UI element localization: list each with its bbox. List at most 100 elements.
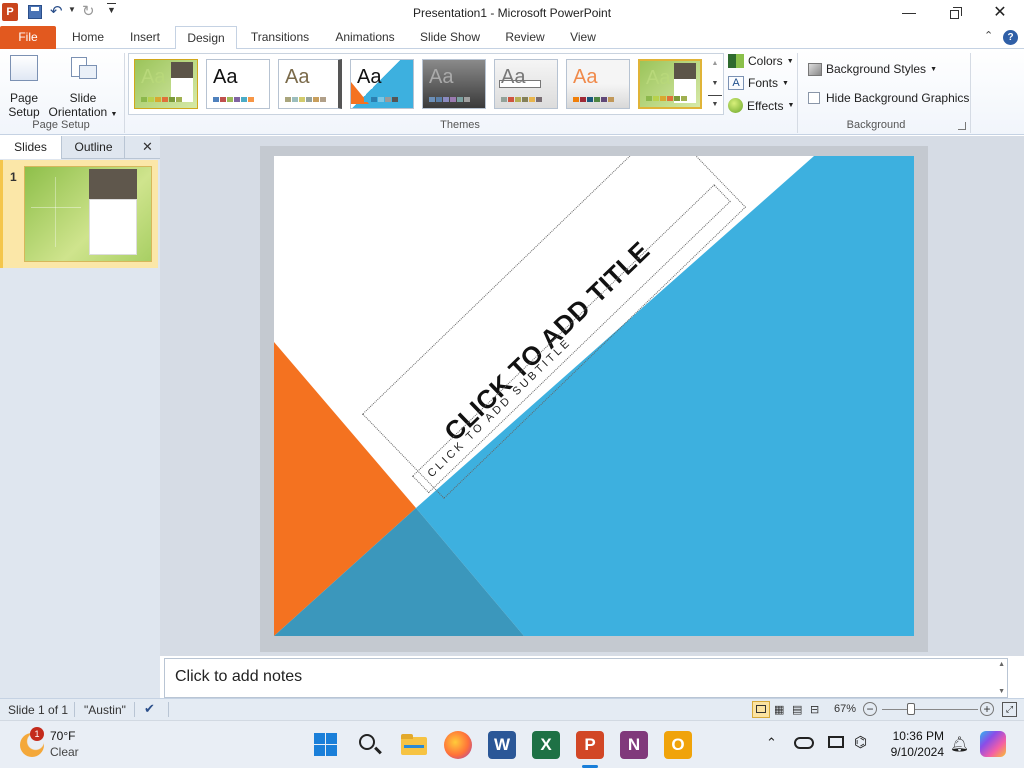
windows-taskbar: 1 70°F Clear W X P N O ⌃ ⌬ 10:36 PM 9/10…	[0, 720, 1024, 768]
theme-thumb-austin[interactable]: Aa	[638, 59, 702, 109]
slide-orientation-label-2: Orientation ▼	[48, 105, 118, 119]
word-icon[interactable]: W	[488, 731, 516, 759]
notes-pane[interactable]: Click to add notes ▲ ▼	[164, 658, 1008, 698]
chevron-down-icon: ▼	[782, 79, 789, 87]
slide-canvas[interactable]: CLICK TO ADD TITLE CLICK TO ADD SUBTITLE	[274, 156, 914, 636]
normal-view-icon[interactable]	[752, 701, 770, 718]
clock-time[interactable]: 10:36 PM	[886, 729, 944, 743]
tab-slides[interactable]: Slides	[0, 136, 62, 159]
effects-label: Effects	[747, 98, 784, 113]
status-divider	[74, 702, 75, 717]
dialog-launcher-icon[interactable]	[958, 122, 966, 130]
file-explorer-icon[interactable]	[400, 731, 428, 759]
notes-scroll-down-icon[interactable]: ▼	[998, 688, 1005, 695]
clock-date[interactable]: 9/10/2024	[882, 745, 944, 759]
help-icon[interactable]: ?	[1003, 30, 1018, 45]
tab-animations[interactable]: Animations	[328, 26, 402, 49]
close-pane-icon[interactable]: ✕	[142, 139, 153, 155]
tab-slide-show[interactable]: Slide Show	[414, 26, 486, 49]
slide-orientation-label-1: Slide	[69, 91, 97, 105]
tab-outline[interactable]: Outline	[63, 136, 125, 159]
fonts-button[interactable]: A Fonts ▼	[728, 76, 789, 90]
page-setup-group-label: Page Setup	[32, 119, 90, 131]
theme-thumb-apex[interactable]: Aa	[422, 59, 486, 109]
checkbox-icon	[808, 92, 820, 104]
weather-desc: Clear	[50, 745, 79, 759]
gallery-more-icon[interactable]: ▼	[708, 95, 722, 113]
minimize-button[interactable]: —	[896, 0, 922, 26]
theme-thumb-aspect[interactable]: Aa	[566, 59, 630, 109]
page-setup-button[interactable]: Page Setup	[4, 53, 44, 119]
ribbon-tabs: File Home Insert Design Transitions Anim…	[0, 26, 1024, 50]
start-button[interactable]	[312, 731, 340, 759]
notes-scroll-up-icon[interactable]: ▲	[998, 661, 1005, 668]
theme-aa-text: Aa	[501, 66, 526, 88]
slide-orientation-icon	[69, 55, 97, 83]
theme-aa-text: Aa	[646, 67, 671, 89]
hide-background-graphics-label: Hide Background Graphics	[826, 91, 970, 105]
display-icon[interactable]	[828, 736, 844, 748]
network-icon[interactable]: ⌬	[854, 733, 867, 751]
slide-number: 1	[10, 170, 17, 184]
status-divider	[134, 702, 135, 717]
hide-background-graphics-checkbox[interactable]: Hide Background Graphics	[808, 91, 969, 105]
ribbon-separator	[970, 53, 971, 133]
spell-check-icon[interactable]: ✔	[144, 701, 155, 717]
weather-widget[interactable]: 1 70°F Clear	[18, 727, 138, 763]
fit-to-window-icon[interactable]: ⤢	[1002, 702, 1017, 717]
theme-aa-text: Aa	[429, 66, 454, 88]
tab-view[interactable]: View	[562, 26, 604, 49]
theme-thumb-adjacency[interactable]: Aa	[278, 59, 342, 109]
tab-insert[interactable]: Insert	[122, 26, 168, 49]
zoom-slider-track[interactable]	[882, 709, 978, 710]
restore-button[interactable]	[942, 0, 968, 26]
copilot-icon[interactable]	[980, 731, 1006, 757]
reading-view-icon[interactable]: ▤	[792, 703, 802, 716]
ribbon-separator	[797, 53, 798, 133]
slide-orientation-button[interactable]: Slide Orientation ▼	[48, 53, 118, 119]
effects-button[interactable]: Effects ▼	[728, 98, 794, 113]
tab-home[interactable]: Home	[64, 26, 112, 49]
search-icon[interactable]	[356, 731, 384, 759]
theme-name-status: "Austin"	[84, 703, 126, 717]
background-styles-icon	[808, 62, 822, 76]
weather-temp: 70°F	[50, 729, 76, 743]
theme-thumb-apothecary[interactable]: Aa	[494, 59, 558, 109]
slide-count-status: Slide 1 of 1	[8, 703, 69, 717]
firefox-icon[interactable]	[444, 731, 472, 759]
onedrive-icon[interactable]	[794, 737, 814, 749]
tab-review[interactable]: Review	[498, 26, 552, 49]
zoom-slider-handle[interactable]	[907, 703, 915, 715]
slide-sorter-view-icon[interactable]: ▦	[774, 703, 784, 716]
minimize-ribbon-icon[interactable]: ⌃	[984, 29, 993, 42]
show-hidden-icons-chevron-icon[interactable]: ⌃	[766, 735, 777, 751]
status-bar: Slide 1 of 1 "Austin" ✔ ▦ ▤ ⊟ 67% − + ⤢	[0, 698, 1024, 720]
gallery-scroll-up-icon[interactable]: ▲	[708, 55, 722, 73]
theme-thumb-green[interactable]: Aa	[134, 59, 198, 109]
outlook-icon[interactable]: O	[664, 731, 692, 759]
theme-aa-text: Aa	[213, 66, 238, 88]
powerpoint-icon[interactable]: P	[576, 731, 604, 759]
page-setup-label-2: Setup	[8, 105, 40, 119]
window-title: Presentation1 - Microsoft PowerPoint	[412, 6, 612, 20]
tab-design[interactable]: Design	[175, 26, 237, 50]
fonts-icon: A	[728, 76, 744, 90]
tab-transitions[interactable]: Transitions	[244, 26, 316, 49]
excel-icon[interactable]: X	[532, 731, 560, 759]
colors-button[interactable]: Colors ▼	[728, 54, 794, 68]
notification-bell-icon[interactable]: 🔔︎	[950, 735, 969, 753]
zoom-level[interactable]: 67%	[834, 703, 856, 715]
page-setup-label-1: Page	[9, 91, 39, 105]
theme-thumb-angles[interactable]: Aa	[350, 59, 414, 109]
theme-thumb-office[interactable]: Aa	[206, 59, 270, 109]
slide-thumbnail[interactable]	[24, 166, 152, 262]
slide-show-view-icon[interactable]: ⊟	[810, 703, 819, 716]
close-button[interactable]: ✕	[988, 0, 1012, 26]
zoom-in-icon[interactable]: +	[980, 702, 994, 716]
onenote-icon[interactable]: N	[620, 731, 648, 759]
zoom-out-icon[interactable]: −	[863, 702, 877, 716]
background-styles-button[interactable]: Background Styles ▼	[808, 62, 937, 76]
tab-file[interactable]: File	[0, 26, 56, 49]
notes-placeholder[interactable]: Click to add notes	[175, 668, 302, 686]
gallery-scroll-down-icon[interactable]: ▼	[708, 75, 722, 93]
